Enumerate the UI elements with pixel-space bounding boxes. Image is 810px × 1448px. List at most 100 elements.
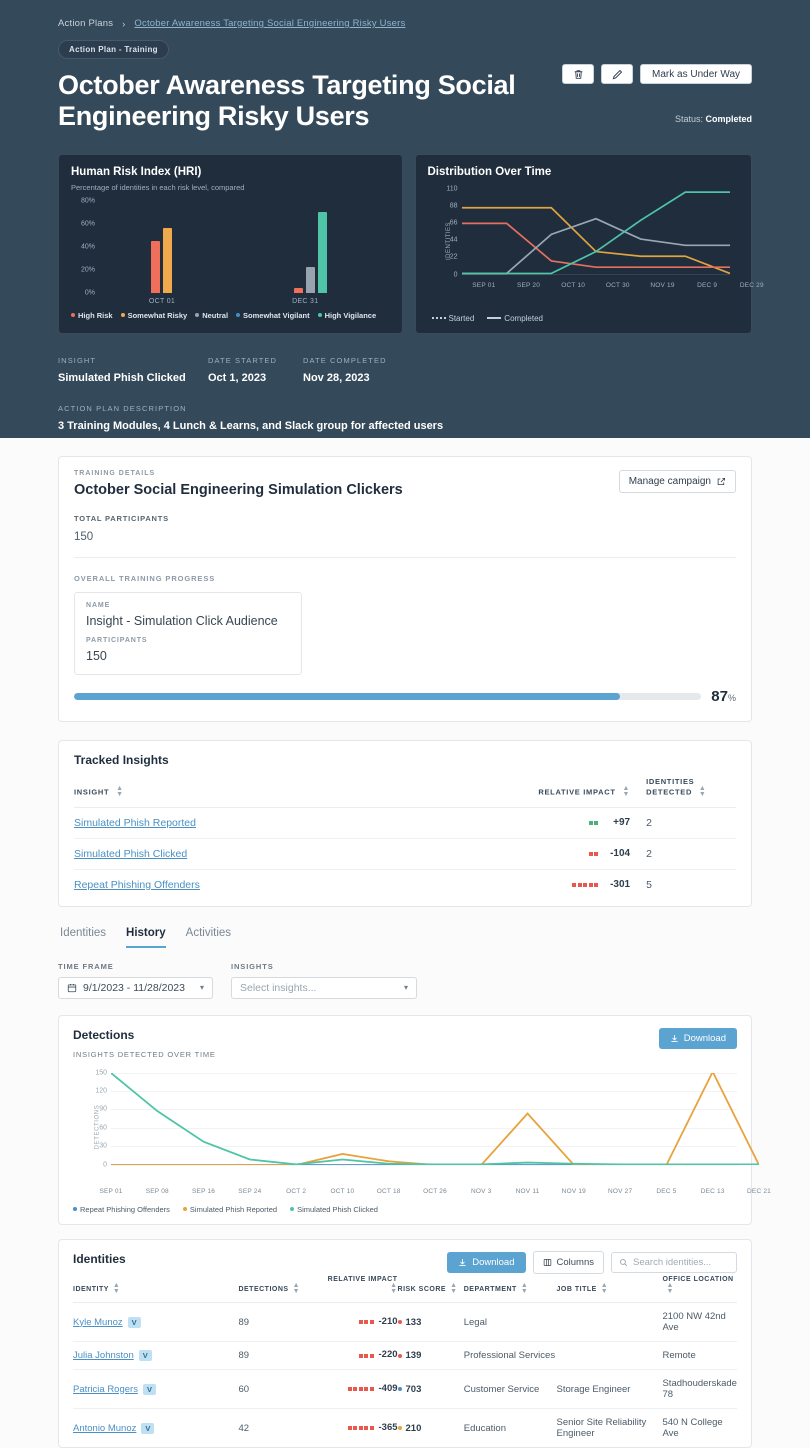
table-head: INSIGHT ▲ ▼ RELATIVE IMPACT ▲ ▼ IDENTITIES… — [74, 767, 736, 808]
insights-filter: INSIGHTS Select insights... ▾ — [231, 962, 417, 999]
detections-y-tick: 30 — [99, 1142, 107, 1150]
distribution-y-tick: 66 — [449, 219, 458, 227]
identity-link[interactable]: Antonio Munoz — [73, 1423, 136, 1434]
office-location-cell: 2100 NW 42nd Ave — [662, 1302, 737, 1343]
table-row[interactable]: Antonio Munoz V 42 -365 210 Education Senior S… — [73, 1409, 737, 1448]
distribution-x-tick: OCT 30 — [605, 281, 630, 289]
legend-label: High Vigilance — [324, 310, 377, 320]
table-row[interactable]: Julia Johnston V 89 -220 139 Professional Ser… — [73, 1341, 737, 1371]
page-title: October Awareness Targeting Social Engin… — [58, 70, 516, 132]
manage-campaign-button[interactable]: Manage campaign — [618, 470, 736, 493]
detections-legend-item[interactable]: Simulated Phish Reported — [182, 1205, 277, 1214]
percent-symbol: % — [727, 693, 736, 703]
sort-icon[interactable]: ▲ ▼ — [113, 1282, 120, 1296]
detections-x-tick: DEC 21 — [747, 1187, 771, 1195]
distribution-legend-item[interactable]: Completed — [487, 314, 543, 323]
tab-activities[interactable]: Activities — [186, 927, 231, 948]
hri-x-tick: OCT 01 — [148, 297, 176, 305]
sort-icon[interactable]: ▲ ▼ — [699, 785, 707, 799]
insight-link[interactable]: Simulated Phish Reported — [74, 817, 196, 829]
distribution-legend-item[interactable]: Started — [431, 314, 474, 323]
identities-download-label: Download — [472, 1256, 515, 1268]
insight-link[interactable]: Simulated Phish Clicked — [74, 848, 187, 860]
th-identity[interactable]: IDENTITY ▲ ▼ — [73, 1265, 239, 1304]
impact-dot — [353, 1387, 357, 1392]
identity-link[interactable]: Julia Johnston — [73, 1350, 134, 1361]
risk-score-cell: 133 — [397, 1302, 464, 1343]
risk-value: 139 — [405, 1350, 422, 1362]
table-row[interactable]: Simulated Phish Clicked -104 2 — [74, 838, 736, 870]
table-row[interactable]: Simulated Phish Reported +97 2 — [74, 807, 736, 839]
sort-icon[interactable]: ▲ ▼ — [116, 785, 124, 799]
risk-dot — [397, 1353, 402, 1358]
identity-link[interactable]: Patricia Rogers — [73, 1384, 138, 1395]
sort-icon[interactable]: ▲ ▼ — [521, 1282, 528, 1296]
th-relative-impact[interactable]: RELATIVE IMPACT ▲ ▼ — [471, 767, 631, 808]
th-relative-impact[interactable]: RELATIVE IMPACT▲ ▼ — [317, 1265, 398, 1304]
detections-subtitle: INSIGHTS DETECTED OVER TIME — [73, 1049, 216, 1059]
sort-icon[interactable]: ▲ ▼ — [666, 1282, 673, 1296]
hri-legend-item[interactable]: Somewhat Vigilant — [236, 311, 310, 320]
impact-value: -220 — [378, 1349, 398, 1361]
tab-history[interactable]: History — [126, 927, 166, 948]
identities-download-button[interactable]: Download — [447, 1251, 526, 1273]
audience-participants-value: 150 — [86, 649, 107, 663]
th-detections[interactable]: DETECTIONS ▲ ▼ — [238, 1265, 318, 1304]
distribution-x-tick: SEP 20 — [516, 281, 541, 289]
impact-dot — [369, 1387, 374, 1392]
insight-link[interactable]: Repeat Phishing Offenders — [74, 879, 200, 891]
hri-legend-item[interactable]: High Risk — [71, 311, 113, 320]
detections-x-tick: NOV 19 — [561, 1187, 587, 1195]
edit-button[interactable] — [601, 64, 634, 84]
insights-select[interactable]: Select insights... ▾ — [231, 976, 417, 999]
sort-icon[interactable]: ▲ ▼ — [450, 1282, 457, 1296]
identity-cell: Patricia Rogers V — [73, 1369, 239, 1410]
th-insight[interactable]: INSIGHT ▲ ▼ — [74, 767, 472, 808]
time-frame-select[interactable]: 9/1/2023 - 11/28/2023 ▾ — [58, 976, 213, 999]
hri-legend-item[interactable]: Neutral — [195, 311, 228, 320]
search-identities-input[interactable]: Search identities... — [611, 1251, 737, 1273]
identity-link[interactable]: Kyle Munoz — [73, 1317, 123, 1328]
tracked-insights-title: Tracked Insights — [74, 753, 169, 767]
sort-icon[interactable]: ▲ ▼ — [390, 1282, 397, 1296]
detections-download-button[interactable]: Download — [658, 1027, 737, 1049]
th-label: IDENTITY — [73, 1285, 109, 1293]
detections-card: Detections Download INSIGHTS DETECTED OV… — [58, 1014, 771, 1225]
th-identities-detected[interactable]: IDENTITIES DETECTED ▲ ▼ — [630, 767, 736, 808]
distribution-lines — [461, 190, 730, 275]
hri-legend-item[interactable]: High Vigilance — [317, 310, 377, 320]
hri-bar — [162, 228, 172, 293]
table-row[interactable]: Repeat Phishing Offenders -301 5 — [74, 869, 736, 900]
distribution-plot-area: IDENTITIES 110 88 66 44 22 0 SEP 01 SEP 20 OCT 1… — [446, 185, 764, 293]
hri-legend-item[interactable]: Somewhat Risky — [120, 311, 187, 320]
relative-impact-cell: -301 — [471, 869, 630, 900]
columns-button[interactable]: Columns — [532, 1250, 604, 1274]
insight-name-cell: Simulated Phish Clicked — [74, 838, 472, 870]
sort-icon[interactable]: ▲ ▼ — [293, 1282, 300, 1296]
mark-as-under-way-button[interactable]: Mark as Under Way — [640, 64, 752, 84]
identities-detected-cell: 2 — [630, 807, 736, 839]
sort-icon[interactable]: ▲ ▼ — [622, 785, 630, 799]
delete-button[interactable] — [562, 64, 595, 84]
breadcrumb-current[interactable]: October Awareness Targeting Social Engin… — [134, 18, 405, 29]
detections-x-tick: DEC 13 — [700, 1187, 725, 1195]
detections-series-line — [111, 1072, 759, 1165]
detections-legend-item[interactable]: Simulated Phish Clicked — [290, 1205, 378, 1214]
job-title-cell: Storage Engineer — [556, 1369, 663, 1410]
hri-chart-card: Human Risk Index (HRI) Percentage of ide… — [58, 153, 403, 334]
breadcrumb-root[interactable]: Action Plans — [58, 18, 113, 29]
detections-x-tick: NOV 3 — [471, 1187, 492, 1195]
detections-legend-item[interactable]: Repeat Phishing Offenders — [73, 1205, 170, 1214]
th-relative-impact-label: RELATIVE IMPACT — [538, 787, 616, 797]
table-row[interactable]: Kyle Munoz V 89 -210 133 Legal 2100 NW 42nd Av… — [73, 1302, 737, 1343]
distribution-y-tick: 44 — [449, 236, 458, 244]
distribution-chart-title: Distribution Over Time — [427, 165, 552, 178]
tab-identities[interactable]: Identities — [60, 927, 106, 948]
impact-dot — [594, 882, 599, 887]
table-row[interactable]: Patricia Rogers V 60 -409 703 Customer Servic… — [73, 1369, 737, 1410]
progress-percent: 87% — [711, 688, 736, 705]
total-participants-value: 150 — [74, 531, 94, 543]
hero-charts: Human Risk Index (HRI) Percentage of ide… — [58, 153, 764, 334]
hri-y-tick: 80% — [80, 197, 95, 205]
sort-icon[interactable]: ▲ ▼ — [601, 1282, 608, 1296]
